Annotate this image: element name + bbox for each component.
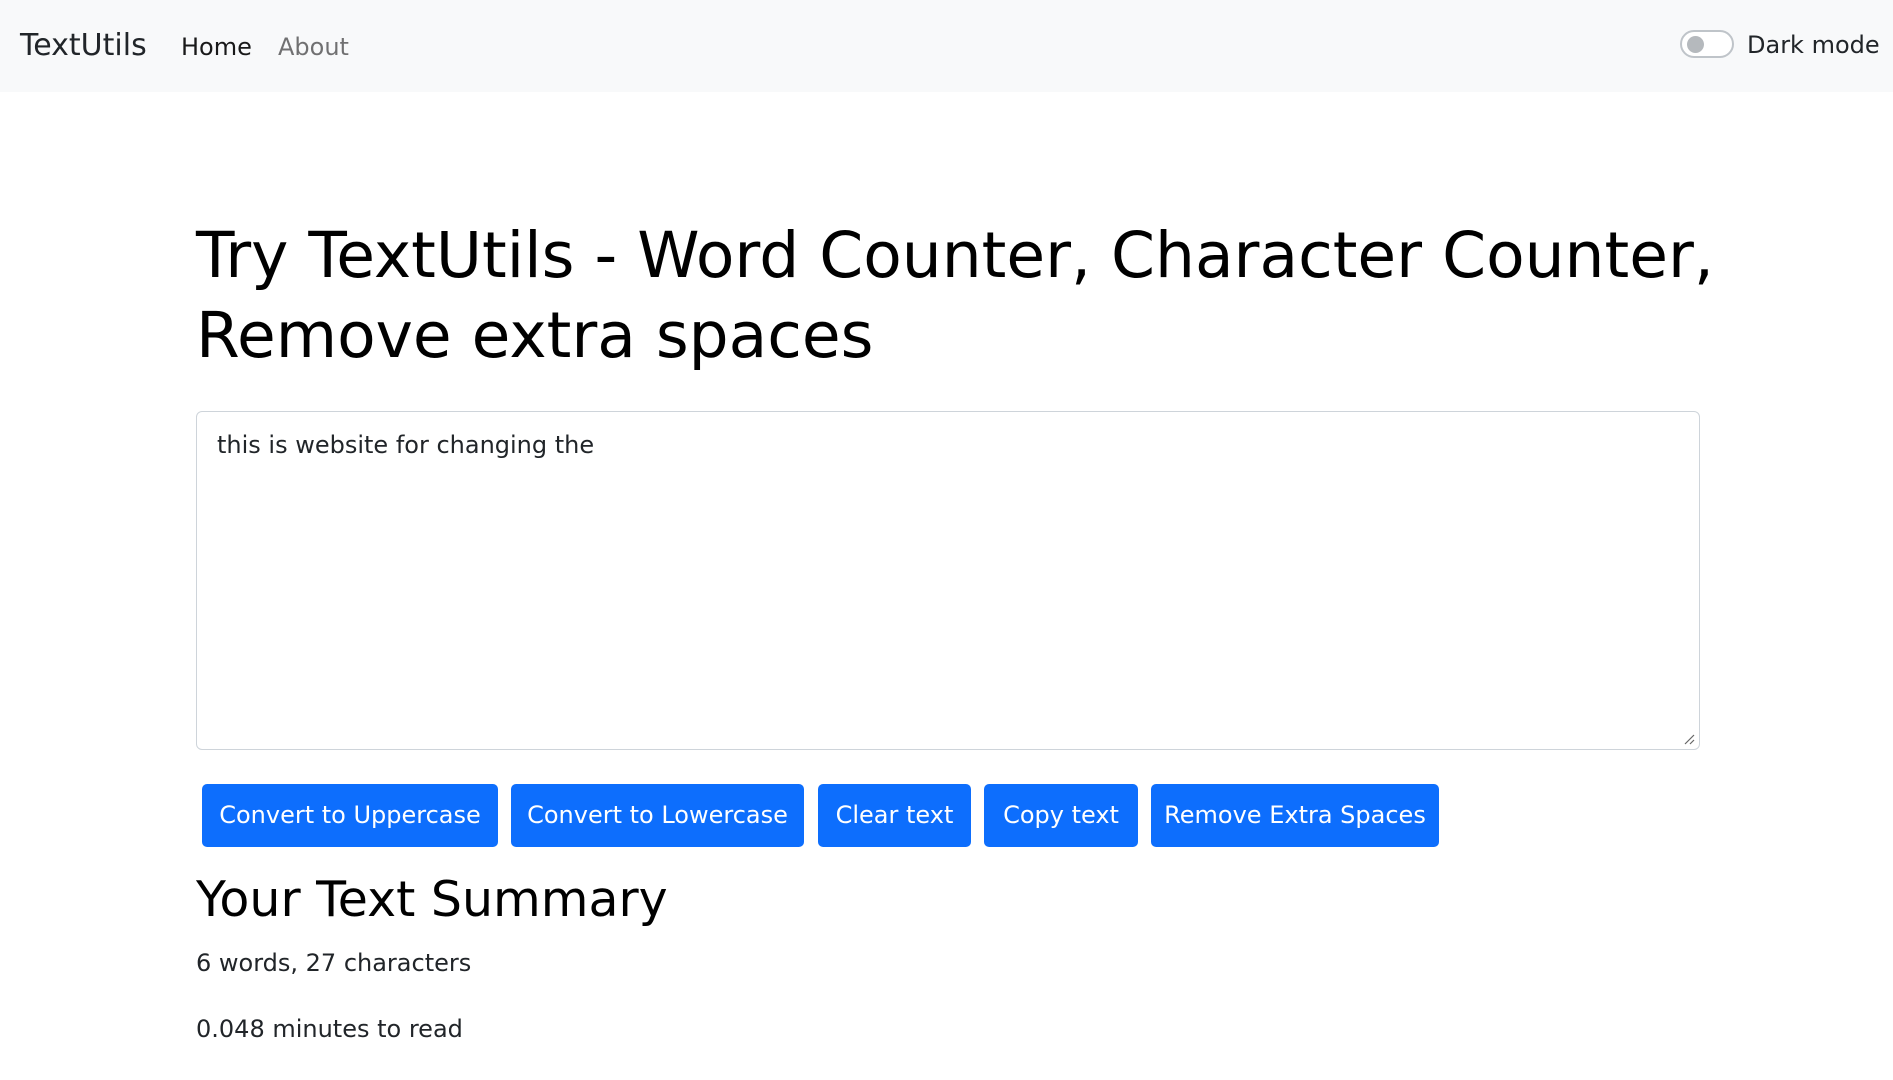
word-character-count: 6 words, 27 characters: [196, 949, 472, 977]
text-input[interactable]: [197, 412, 1699, 749]
page-title: Try TextUtils - Word Counter, Character …: [196, 219, 1714, 372]
brand-logo-link[interactable]: TextUtils: [20, 26, 147, 66]
text-input-container: [196, 411, 1700, 750]
convert-lowercase-button[interactable]: Convert to Lowercase: [511, 784, 804, 847]
copy-text-button[interactable]: Copy text: [984, 784, 1138, 847]
summary-title: Your Text Summary: [196, 871, 668, 928]
dark-mode-label[interactable]: Dark mode: [1747, 30, 1880, 60]
dark-mode-toggle[interactable]: [1680, 30, 1734, 58]
navbar: TextUtils Home About Dark mode: [0, 0, 1893, 92]
clear-text-button[interactable]: Clear text: [818, 784, 971, 847]
nav-link-about[interactable]: About: [278, 32, 349, 62]
toggle-knob: [1687, 36, 1704, 53]
read-time: 0.048 minutes to read: [196, 1015, 463, 1043]
resize-grip-icon[interactable]: [1683, 733, 1695, 745]
remove-extra-spaces-button[interactable]: Remove Extra Spaces: [1151, 784, 1439, 847]
nav-link-home[interactable]: Home: [181, 32, 252, 62]
convert-uppercase-button[interactable]: Convert to Uppercase: [202, 784, 498, 847]
